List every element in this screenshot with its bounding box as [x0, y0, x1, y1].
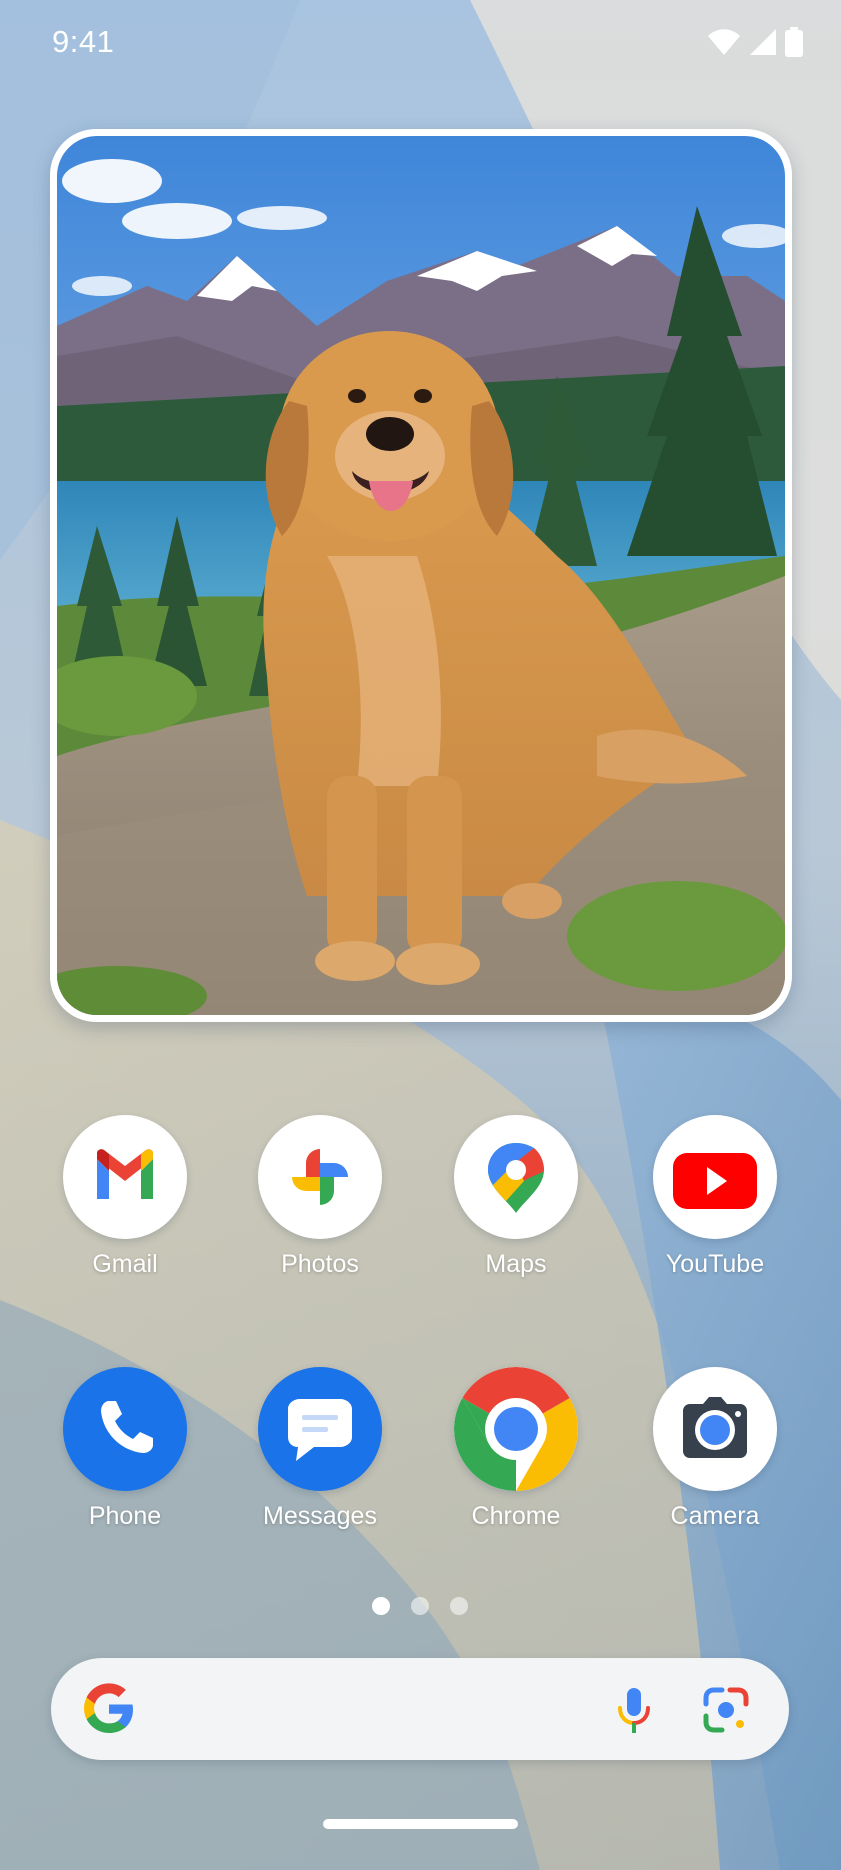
app-row-2: Phone Messages Chrome Camera: [0, 1367, 841, 1547]
phone-handset-icon: [63, 1367, 187, 1491]
app-label: Maps: [485, 1250, 547, 1278]
page-dot[interactable]: [411, 1597, 429, 1615]
app-chrome[interactable]: Chrome: [416, 1367, 616, 1547]
app-photos[interactable]: Photos: [220, 1115, 420, 1295]
app-row-1: Gmail Photos Maps YouTube: [0, 1115, 841, 1295]
status-bar: 9:41: [0, 0, 841, 90]
messages-bubble-icon: [258, 1367, 382, 1491]
app-label: Chrome: [471, 1502, 561, 1530]
app-label: Photos: [281, 1250, 359, 1278]
photos-pinwheel-icon: [258, 1115, 382, 1239]
app-label: Phone: [88, 1502, 162, 1530]
status-icons: [707, 27, 803, 57]
google-search-bar[interactable]: [51, 1658, 789, 1760]
app-gmail[interactable]: Gmail: [25, 1115, 225, 1295]
app-camera[interactable]: Camera: [615, 1367, 815, 1547]
battery-icon: [785, 27, 803, 57]
camera-icon: [653, 1367, 777, 1491]
google-lens-icon[interactable]: [696, 1680, 756, 1740]
page-dot-active[interactable]: [372, 1597, 390, 1615]
youtube-play-icon: [653, 1115, 777, 1239]
cell-signal-icon: [749, 28, 777, 56]
app-youtube[interactable]: YouTube: [615, 1115, 815, 1295]
app-label: YouTube: [665, 1250, 765, 1278]
chrome-icon: [454, 1367, 578, 1491]
gesture-nav-handle[interactable]: [323, 1819, 518, 1829]
dog-photo: [57, 136, 785, 1015]
maps-pin-icon: [454, 1115, 578, 1239]
app-phone[interactable]: Phone: [25, 1367, 225, 1547]
app-maps[interactable]: Maps: [416, 1115, 616, 1295]
photo-widget[interactable]: [50, 129, 792, 1022]
gmail-icon: [63, 1115, 187, 1239]
wifi-icon: [707, 28, 741, 56]
app-label: Messages: [263, 1502, 377, 1530]
app-messages[interactable]: Messages: [220, 1367, 420, 1547]
status-time: 9:41: [52, 24, 115, 59]
app-label: Gmail: [92, 1250, 158, 1278]
page-dot[interactable]: [450, 1597, 468, 1615]
app-label: Camera: [670, 1502, 760, 1530]
page-indicator: [0, 1597, 841, 1617]
google-g-icon: [81, 1681, 137, 1737]
microphone-icon[interactable]: [604, 1680, 664, 1740]
